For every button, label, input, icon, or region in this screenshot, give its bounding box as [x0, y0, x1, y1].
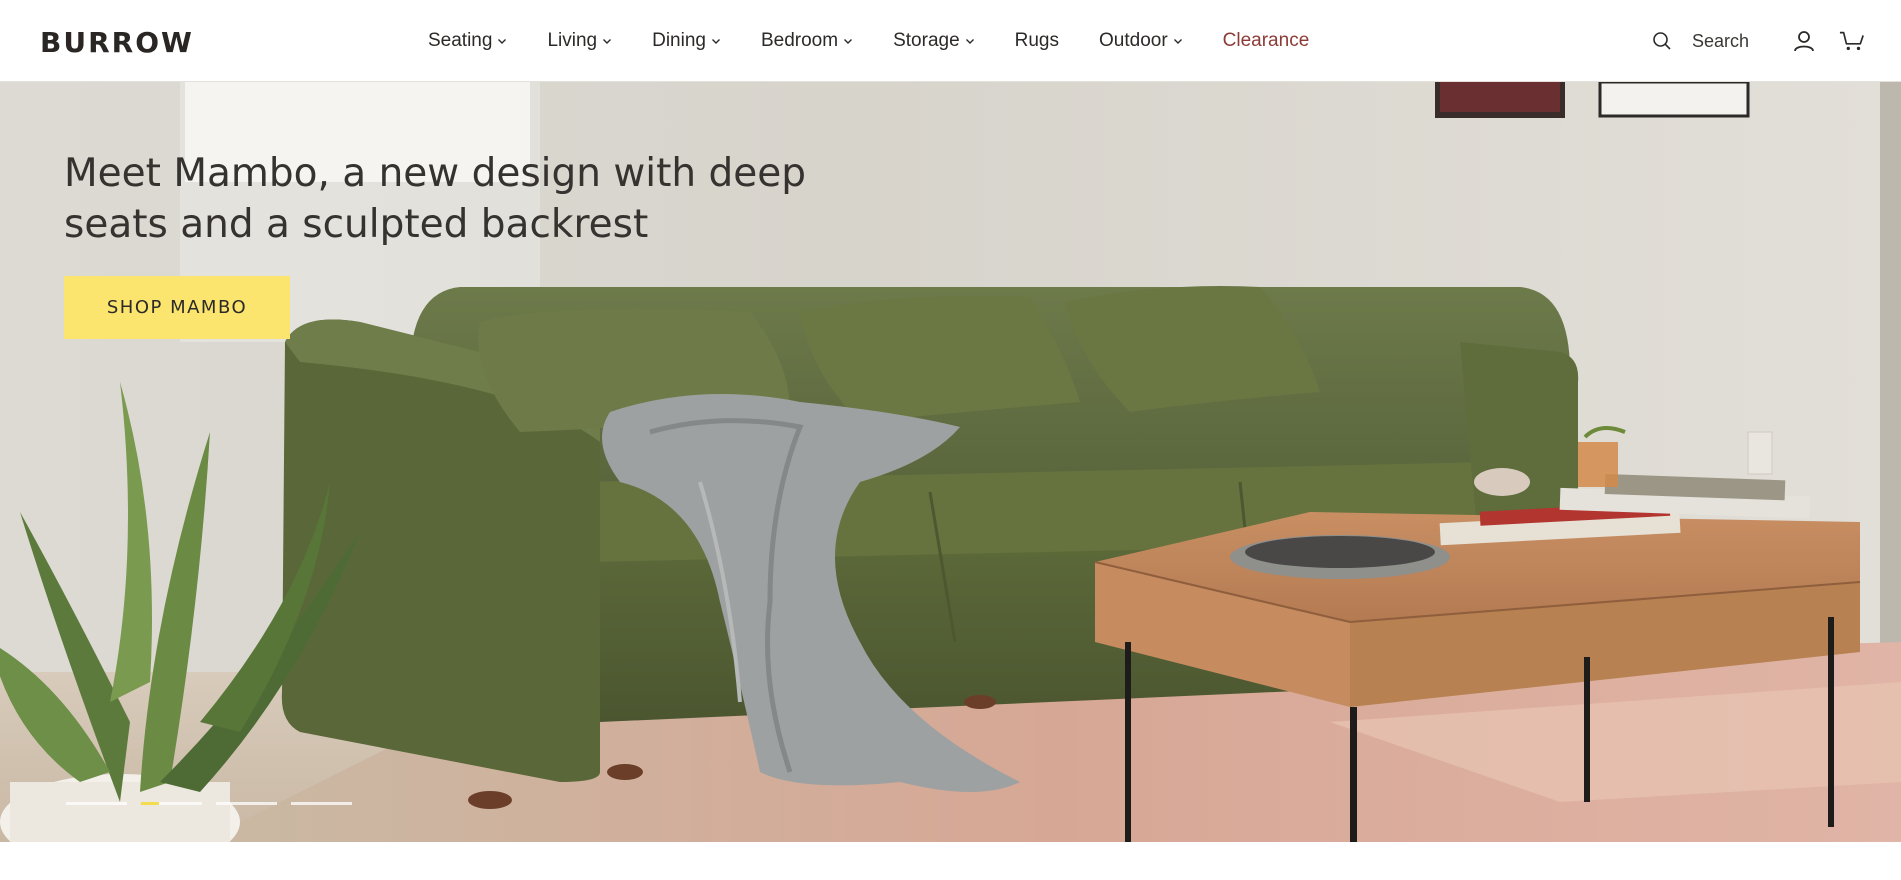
utility-nav: Search: [1652, 0, 1865, 82]
carousel-indicators: [66, 802, 352, 805]
nav-item-living[interactable]: Living: [547, 30, 612, 52]
hero-banner: Meet Mambo, a new design with deep seats…: [0, 82, 1901, 842]
nav-item-dining[interactable]: Dining: [652, 30, 721, 52]
carousel-dot[interactable]: [291, 802, 352, 805]
nav-item-label: Clearance: [1222, 30, 1310, 51]
nav-item-label: Bedroom: [760, 30, 839, 51]
carousel-dot-active[interactable]: [141, 802, 202, 805]
nav-item-label: Living: [547, 30, 598, 51]
chevron-down-icon: [711, 39, 720, 44]
nav-item-label: Rugs: [1014, 30, 1059, 51]
site-header: BURROW Seating Living Dining Bedroom Sto…: [0, 0, 1901, 82]
nav-item-clearance[interactable]: Clearance: [1223, 30, 1310, 52]
search-icon: [1653, 32, 1671, 50]
chevron-down-icon: [844, 39, 853, 44]
nav-item-bedroom[interactable]: Bedroom: [761, 30, 853, 52]
chevron-down-icon: [498, 39, 507, 44]
chevron-down-icon: [603, 39, 612, 44]
search-label: Search: [1691, 30, 1749, 51]
nav-item-storage[interactable]: Storage: [893, 30, 975, 52]
search-button[interactable]: Search: [1652, 31, 1749, 52]
chevron-down-icon: [965, 39, 974, 44]
chevron-down-icon: [1173, 39, 1182, 44]
nav-item-seating[interactable]: Seating: [428, 30, 507, 52]
account-icon: [1794, 31, 1814, 52]
carousel-progress: [141, 802, 160, 805]
nav-item-label: Storage: [893, 30, 960, 51]
nav-item-label: Outdoor: [1099, 30, 1168, 51]
nav-item-outdoor[interactable]: Outdoor: [1099, 30, 1183, 52]
main-nav: Seating Living Dining Bedroom Storage Ru…: [428, 0, 1309, 82]
nav-item-label: Seating: [428, 30, 493, 51]
shop-mambo-button[interactable]: SHOP MAMBO: [64, 276, 290, 339]
account-button[interactable]: [1791, 28, 1817, 54]
carousel-dot[interactable]: [216, 802, 277, 805]
cart-button[interactable]: [1839, 28, 1865, 54]
burrow-logo[interactable]: BURROW: [40, 26, 194, 59]
nav-item-rugs[interactable]: Rugs: [1015, 30, 1059, 52]
nav-item-label: Dining: [652, 30, 706, 51]
carousel-dot[interactable]: [66, 802, 127, 805]
cart-icon: [1839, 31, 1864, 51]
hero-headline: Meet Mambo, a new design with deep seats…: [64, 151, 806, 247]
